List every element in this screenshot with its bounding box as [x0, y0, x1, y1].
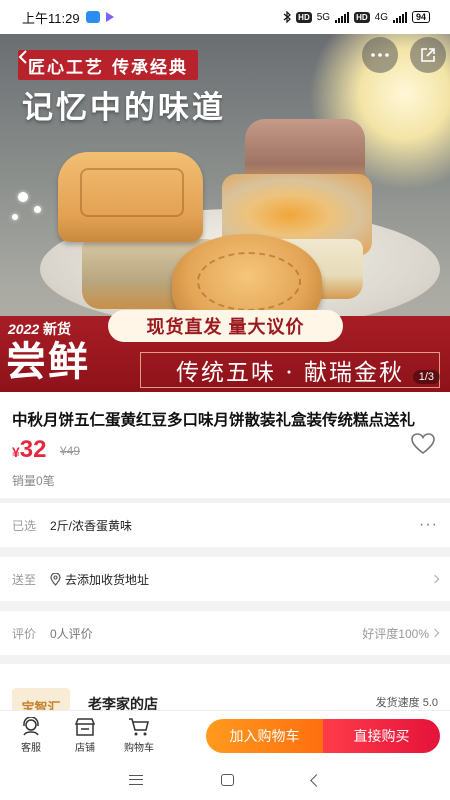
share-icon — [421, 48, 435, 62]
review-row[interactable]: 评价 0人评价 好评度100% — [0, 611, 450, 655]
carousel-page-indicator: 1/3 — [412, 370, 440, 384]
recent-apps-icon[interactable] — [129, 775, 143, 785]
review-rating: 好评度100% — [362, 626, 429, 641]
back-nav-icon[interactable] — [310, 773, 323, 787]
cart-button[interactable]: 购物车 — [112, 717, 166, 754]
address-label: 送至 — [12, 572, 37, 587]
mooncake-piece-5 — [58, 152, 203, 242]
signal-icon-1 — [335, 11, 350, 23]
location-pin-icon — [50, 572, 61, 586]
system-nav-bar — [0, 760, 450, 800]
signal-icon-2 — [392, 11, 407, 23]
chevron-right-icon — [430, 628, 440, 638]
spec-selector-row[interactable]: 已选 2斤/浓香蛋黄味 ··· — [0, 503, 450, 547]
more-options-icon[interactable]: ··· — [419, 516, 438, 534]
flower-decoration — [34, 206, 41, 213]
product-title: 中秋月饼五仁蛋黄红豆多口味月饼散装礼盒装传统糕点送礼 — [12, 412, 416, 429]
product-image-carousel[interactable]: 匠心工艺 传承经典 记忆中的味道 2022 新货 尝鲜 现货直发 量大议价 传统… — [0, 34, 450, 392]
flower-decoration — [18, 192, 28, 202]
sales-count: 销量0笔 — [12, 474, 55, 488]
store-label: 店铺 — [75, 743, 95, 754]
flower-decoration — [12, 214, 18, 220]
back-arrow-icon — [18, 50, 27, 64]
bluetooth-icon — [283, 11, 292, 23]
hero-pill: 现货直发 量大议价 — [108, 310, 343, 342]
ship-speed: 发货速度 5.0 — [375, 697, 438, 709]
original-price: ¥49 — [60, 444, 81, 458]
heart-icon — [411, 433, 435, 455]
year-number: 2022 — [8, 321, 40, 337]
status-right: HD 5G HD 4G 94 — [283, 11, 430, 23]
favorite-button[interactable] — [410, 432, 436, 456]
video-app-icon — [105, 12, 114, 22]
hero-big-text: 尝鲜 — [6, 338, 90, 385]
home-icon[interactable] — [221, 774, 234, 786]
cart-label: 购物车 — [124, 743, 154, 754]
add-to-cart-button[interactable]: 加入购物车 — [206, 719, 323, 753]
review-rating-wrap: 好评度100% — [362, 625, 440, 642]
chevron-right-icon — [430, 574, 440, 584]
share-button[interactable] — [410, 37, 446, 73]
store-icon — [74, 718, 96, 736]
address-value-wrap: 去添加收货地址 — [50, 571, 432, 588]
more-button[interactable] — [362, 37, 398, 73]
customer-service-icon — [23, 717, 39, 736]
price-currency: ¥ — [12, 444, 20, 460]
hd-badge-2: HD — [354, 11, 370, 23]
product-info-card: 中秋月饼五仁蛋黄红豆多口味月饼散装礼盒装传统糕点送礼 ¥ 32 ¥49 销量0笔 — [0, 392, 450, 498]
customer-service-label: 客服 — [21, 743, 41, 754]
address-row[interactable]: 送至 去添加收货地址 — [0, 557, 450, 601]
hero-slogan: 传统五味 · 献瑞金秋 — [140, 352, 440, 388]
buy-now-button[interactable]: 直接购买 — [323, 719, 440, 753]
price-value: 32 — [19, 436, 47, 463]
review-label: 评价 — [12, 626, 37, 641]
review-count: 0人评价 — [50, 626, 93, 641]
hd-badge-1: HD — [296, 11, 312, 23]
more-dots-icon — [371, 53, 389, 57]
status-bar: 上午11:29 HD 5G HD 4G 94 — [0, 0, 450, 34]
message-app-icon — [85, 11, 100, 23]
network-label-1: 5G — [316, 11, 331, 23]
bottom-action-bar: 客服 店铺 购物车 加入购物车 直接购买 — [0, 710, 450, 760]
status-left: 上午11:29 — [22, 8, 114, 27]
year-suffix: 新货 — [43, 321, 72, 337]
status-time: 上午11:29 — [22, 10, 80, 26]
store-button[interactable]: 店铺 — [58, 717, 112, 754]
back-button[interactable] — [8, 42, 38, 72]
customer-service-button[interactable]: 客服 — [4, 717, 58, 754]
hero-tag: 匠心工艺 传承经典 — [18, 50, 198, 80]
address-chevron-wrap — [430, 574, 440, 584]
spec-value: 2斤/浓香蛋黄味 — [50, 518, 133, 533]
product-price: ¥ 32 — [12, 436, 47, 464]
spec-label: 已选 — [12, 518, 37, 533]
hero-year-label: 2022 新货 — [8, 319, 71, 339]
battery-icon: 94 — [411, 11, 430, 23]
address-value: 去添加收货地址 — [65, 572, 150, 587]
network-label-2: 4G — [374, 11, 388, 23]
hero-headline: 记忆中的味道 — [22, 90, 226, 126]
cart-icon — [129, 718, 149, 736]
hero-promo-band: 2022 新货 尝鲜 现货直发 量大议价 传统五味 · 献瑞金秋 1/3 — [0, 310, 450, 392]
